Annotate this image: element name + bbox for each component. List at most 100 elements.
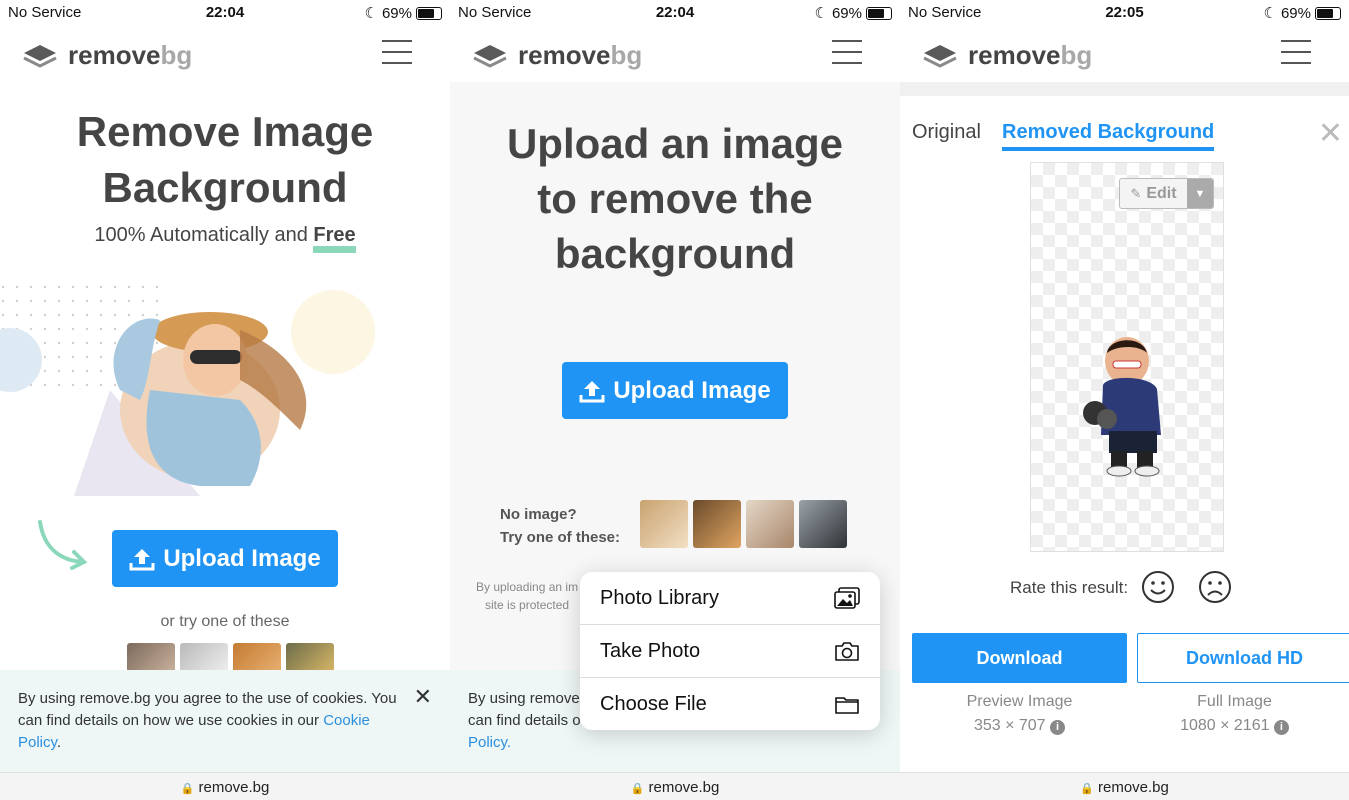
try-these-text: Try one of these: (500, 529, 621, 546)
sample-thumbnail-car[interactable] (286, 643, 334, 673)
title-line: to remove the (537, 175, 813, 222)
folder-icon (835, 696, 859, 714)
top-navbar: removebg (0, 24, 450, 82)
tab-removed-background[interactable]: Removed Background (1002, 121, 1215, 151)
upload-label: Upload Image (613, 376, 771, 404)
lock-icon: 🔒 (630, 783, 645, 795)
fine-print: By uploading an im site is protected (476, 578, 578, 614)
address-text: remove.bg (648, 779, 720, 796)
brand-bg: bg (610, 40, 643, 70)
upload-image-button[interactable]: Upload Image (562, 362, 788, 419)
address-bar[interactable]: 🔒 remove.bg (900, 772, 1349, 800)
status-icons: ☾ 69% (815, 4, 892, 22)
brand-remove: remove (68, 40, 161, 70)
sample-thumbnail-food[interactable] (746, 500, 794, 548)
download-hd-label: Download HD (1186, 647, 1303, 668)
rate-label: Rate this result: (1010, 578, 1129, 597)
address-bar[interactable]: 🔒 remove.bg (0, 772, 450, 800)
subtitle-free: Free (313, 224, 356, 253)
brand-bg: bg (1060, 40, 1093, 70)
file-picker-menu: Photo Library Take Photo Choose File (580, 572, 880, 730)
battery-percent: 69% (381, 4, 412, 22)
happy-face-icon[interactable] (1141, 570, 1175, 604)
menu-icon[interactable] (382, 40, 412, 64)
close-icon[interactable]: ✕ (1318, 116, 1343, 151)
upload-icon (579, 380, 605, 402)
upload-label: Upload Image (163, 544, 321, 572)
sad-face-icon[interactable] (1198, 570, 1232, 604)
brush-icon: ✎ (1130, 185, 1142, 201)
preview-size: 353 × 707 (973, 717, 1046, 734)
tab-original[interactable]: Original (912, 121, 981, 144)
page-title: Upload an image to remove the background (450, 116, 900, 281)
try-label: or try one of these (160, 613, 290, 630)
fine-print-line: By uploading an im (476, 580, 579, 594)
chevron-down-icon[interactable]: ▼ (1187, 179, 1213, 208)
status-bar: No Service 22:04 ☾ 69% (450, 0, 900, 24)
sample-thumbnail-woman[interactable] (640, 500, 688, 548)
cookie-policy-link[interactable]: Policy. (468, 734, 511, 751)
screen-result: No Service 22:05 ☾ 69% removebg Original… (900, 0, 1349, 800)
menu-item-label: Choose File (600, 693, 707, 715)
preview-caption: Preview Image (966, 693, 1073, 710)
info-icon[interactable]: i (1273, 720, 1289, 735)
upload-icon (129, 548, 155, 570)
title-line: Upload an image (506, 120, 844, 167)
subtitle: 100% Automatically and Free (0, 224, 450, 253)
sample-thumbnail-dog[interactable] (180, 643, 228, 673)
status-icons: ☾ 69% (1264, 4, 1341, 22)
status-bar: No Service 22:04 ☾ 69% (0, 0, 450, 24)
top-navbar: removebg (450, 24, 900, 82)
screen-home: No Service 22:04 ☾ 69% removebg Remove I… (0, 0, 450, 800)
download-label: Download (976, 647, 1063, 668)
hero-illustration (0, 276, 375, 496)
title-line: Background (102, 164, 348, 211)
try-these-label: No image? Try one of these: (500, 503, 620, 549)
menu-icon[interactable] (1281, 40, 1311, 64)
subject-figure (1083, 337, 1161, 477)
menu-icon[interactable] (832, 40, 862, 64)
battery-icon (416, 6, 442, 20)
cookie-end: . (56, 734, 62, 751)
fine-print-line: site is protected (485, 598, 570, 612)
moon-icon: ☾ (1263, 5, 1277, 22)
sample-thumbnail-car[interactable] (799, 500, 847, 548)
status-bar: No Service 22:05 ☾ 69% (900, 0, 1349, 24)
full-caption: Full Image (1197, 693, 1272, 710)
battery-icon (1315, 6, 1341, 20)
layers-logo-icon (23, 44, 57, 68)
cookie-banner: By using remove.bg you agree to the use … (0, 670, 450, 774)
upload-image-button[interactable]: Upload Image (112, 530, 338, 587)
sample-thumbnail-woman[interactable] (127, 643, 175, 673)
result-image: ✎ Edit ▼ (1030, 162, 1224, 552)
menu-item-take-photo[interactable]: Take Photo (580, 625, 880, 678)
download-button[interactable]: Download (912, 633, 1127, 683)
info-icon[interactable]: i (1050, 720, 1066, 735)
address-bar[interactable]: 🔒 remove.bg (450, 772, 900, 800)
brand-remove: remove (518, 40, 611, 70)
edit-label: Edit (1146, 184, 1177, 202)
lock-icon: 🔒 (1080, 783, 1094, 795)
logo[interactable]: removebg (472, 40, 642, 71)
edit-button[interactable]: ✎ Edit ▼ (1119, 178, 1214, 209)
layers-logo-icon (473, 44, 507, 68)
sample-thumbnail-dog[interactable] (693, 500, 741, 548)
menu-item-label: Photo Library (600, 586, 719, 609)
layers-logo-icon (923, 44, 957, 68)
sample-thumbnail-food[interactable] (233, 643, 281, 673)
moon-icon: ☾ (364, 5, 378, 22)
logo[interactable]: removebg (22, 40, 192, 71)
menu-item-photo-library[interactable]: Photo Library (580, 572, 880, 625)
menu-item-choose-file[interactable]: Choose File (580, 678, 880, 730)
no-image-text: No image? (500, 506, 577, 523)
close-icon[interactable]: ✕ (414, 686, 432, 708)
logo[interactable]: removebg (922, 40, 1092, 71)
top-navbar: removebg (900, 24, 1349, 96)
arrow-icon (38, 520, 88, 570)
page-title: Remove Image Background (0, 104, 450, 216)
address-text: remove.bg (198, 779, 270, 796)
battery-icon (866, 6, 892, 20)
address-text: remove.bg (1098, 779, 1169, 796)
download-hd-button[interactable]: Download HD (1137, 633, 1349, 683)
battery-percent: 69% (831, 4, 862, 22)
